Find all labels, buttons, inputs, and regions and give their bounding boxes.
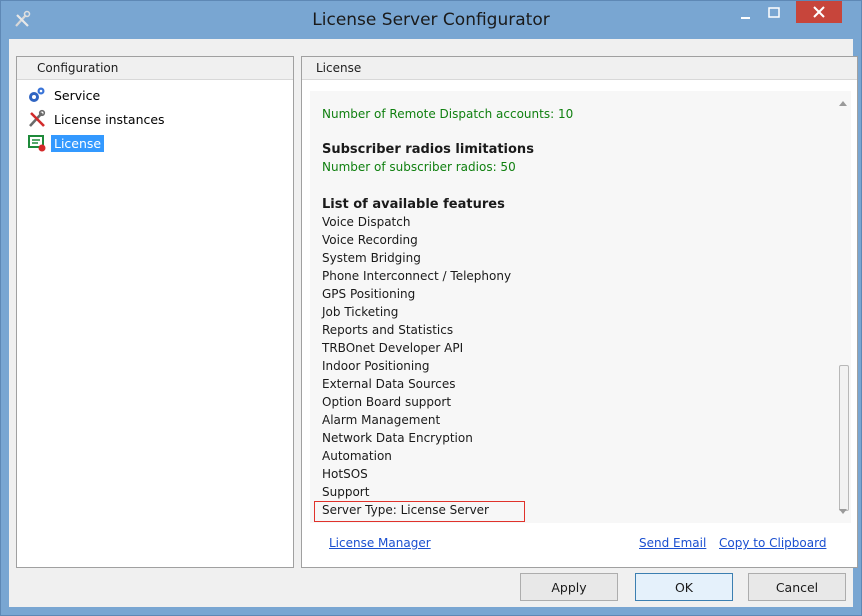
subscriber-section-title: Subscriber radios limitations [322, 142, 534, 157]
license-header: License [302, 57, 857, 80]
minimize-button[interactable] [733, 3, 759, 25]
scroll-thumb[interactable] [839, 365, 849, 511]
feature-item: Network Data Encryption [322, 431, 473, 445]
cancel-button[interactable]: Cancel [748, 573, 846, 601]
features-section-title: List of available features [322, 197, 505, 212]
window-title: License Server Configurator [312, 10, 550, 30]
license-details[interactable]: Number of Remote Dispatch accounts: 10 S… [310, 91, 835, 523]
scroll-down-arrow-icon[interactable] [839, 509, 847, 514]
send-email-link[interactable]: Send Email [639, 536, 706, 550]
tree-item-service[interactable]: Service [27, 85, 103, 105]
feature-item: System Bridging [322, 251, 421, 265]
tree-item-label: Service [54, 87, 101, 103]
license-panel: License Number of Remote Dispatch accoun… [301, 56, 858, 568]
copy-to-clipboard-link[interactable]: Copy to Clipboard [719, 536, 826, 550]
license-manager-link[interactable]: License Manager [329, 536, 431, 550]
scroll-up-arrow-icon[interactable] [839, 101, 847, 106]
feature-item: Voice Dispatch [322, 215, 411, 229]
feature-item: GPS Positioning [322, 287, 416, 301]
feature-item: Alarm Management [322, 413, 441, 427]
feature-item: Automation [322, 449, 392, 463]
subscriber-radios-count: Number of subscriber radios: 50 [322, 160, 516, 174]
maximize-button[interactable] [761, 3, 787, 25]
tools-icon [27, 109, 47, 129]
feature-item: Voice Recording [322, 233, 418, 247]
remote-dispatch-accounts: Number of Remote Dispatch accounts: 10 [322, 107, 574, 121]
apply-button[interactable]: Apply [520, 573, 618, 601]
tree-item-license-instances[interactable]: License instances [27, 109, 168, 129]
feature-item: Option Board support [322, 395, 452, 409]
server-type: Server Type: License Server [322, 503, 489, 517]
tree-item-license[interactable]: License [27, 133, 105, 153]
feature-item: Phone Interconnect / Telephony [322, 269, 512, 283]
gears-icon [27, 85, 47, 105]
ok-button[interactable]: OK [635, 573, 733, 601]
feature-item: TRBOnet Developer API [322, 341, 464, 355]
feature-item: Indoor Positioning [322, 359, 430, 373]
vertical-scrollbar[interactable] [835, 91, 851, 523]
configuration-panel: Configuration Service License instances [16, 56, 294, 568]
feature-item: HotSOS [322, 467, 368, 481]
close-button[interactable] [796, 1, 842, 23]
license-icon [27, 133, 47, 153]
feature-item: Reports and Statistics [322, 323, 454, 337]
tree-item-label: License [51, 134, 105, 152]
tree-item-label: License instances [54, 111, 165, 127]
configuration-header: Configuration [17, 57, 293, 80]
feature-item: External Data Sources [322, 377, 456, 391]
feature-item: Support [322, 485, 370, 499]
title-bar[interactable]: License Server Configurator [1, 1, 861, 39]
feature-item: Job Ticketing [322, 305, 399, 319]
